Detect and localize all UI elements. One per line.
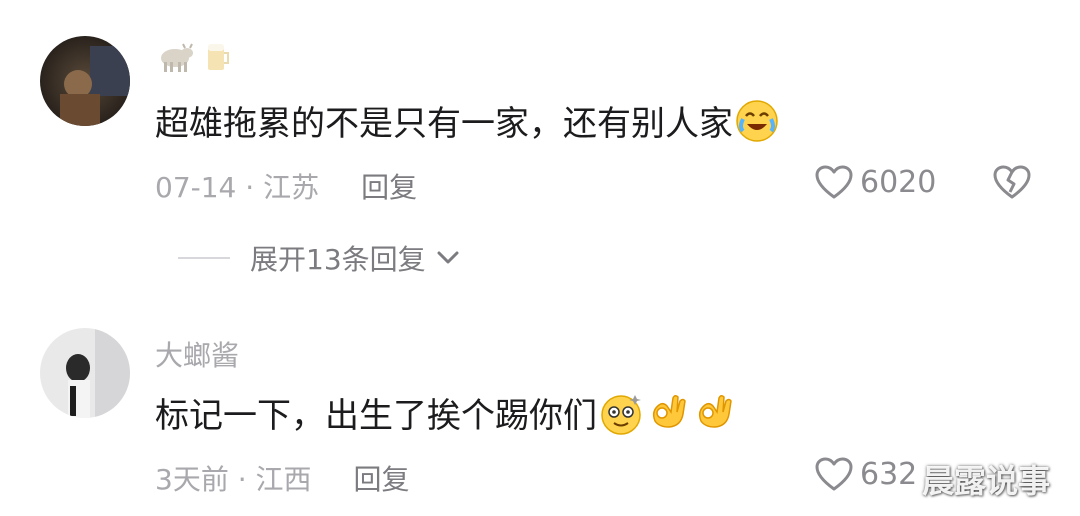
comment-text: 超雄拖累的不是只有一家，还有别人家 <box>155 96 779 145</box>
cow-emoji-icon <box>155 40 195 81</box>
beer-emoji-icon <box>204 40 234 81</box>
heart-icon <box>815 165 853 199</box>
ok-hand-emoji-icon <box>691 391 735 435</box>
like-button[interactable]: 6020 <box>814 164 936 200</box>
divider <box>178 257 230 259</box>
comment-text: 标记一下，出生了挨个踢你们 <box>155 388 735 437</box>
avatar[interactable] <box>40 328 130 418</box>
laugh-cry-emoji-icon <box>735 99 779 143</box>
like-count: 6020 <box>860 164 937 200</box>
expand-replies-button[interactable]: 展开13条回复 <box>178 238 460 278</box>
comment-meta: 07-14 · 江苏 回复 <box>155 166 417 206</box>
heart-icon <box>815 457 853 491</box>
dislike-button[interactable] <box>992 164 1032 204</box>
reply-button[interactable]: 回复 <box>361 166 417 206</box>
comment-author[interactable] <box>155 40 234 81</box>
chevron-down-icon <box>437 251 459 264</box>
watermark: 晨露说事 <box>922 462 1051 500</box>
like-count: 632 <box>860 456 918 492</box>
like-button[interactable]: 632 <box>814 456 917 492</box>
date-location: 3天前 · 江西 <box>155 463 312 496</box>
ok-hand-emoji-icon <box>645 391 689 435</box>
comment-author[interactable]: 大螂酱 <box>155 334 239 374</box>
avatar[interactable] <box>40 36 130 126</box>
date-location: 07-14 · 江苏 <box>155 171 320 204</box>
comment-meta: 3天前 · 江西 回复 <box>155 458 410 498</box>
expand-replies-label: 展开13条回复 <box>250 243 426 276</box>
reply-button[interactable]: 回复 <box>354 458 410 498</box>
broken-heart-icon <box>993 165 1031 199</box>
dizzy-face-emoji-icon <box>599 391 643 435</box>
